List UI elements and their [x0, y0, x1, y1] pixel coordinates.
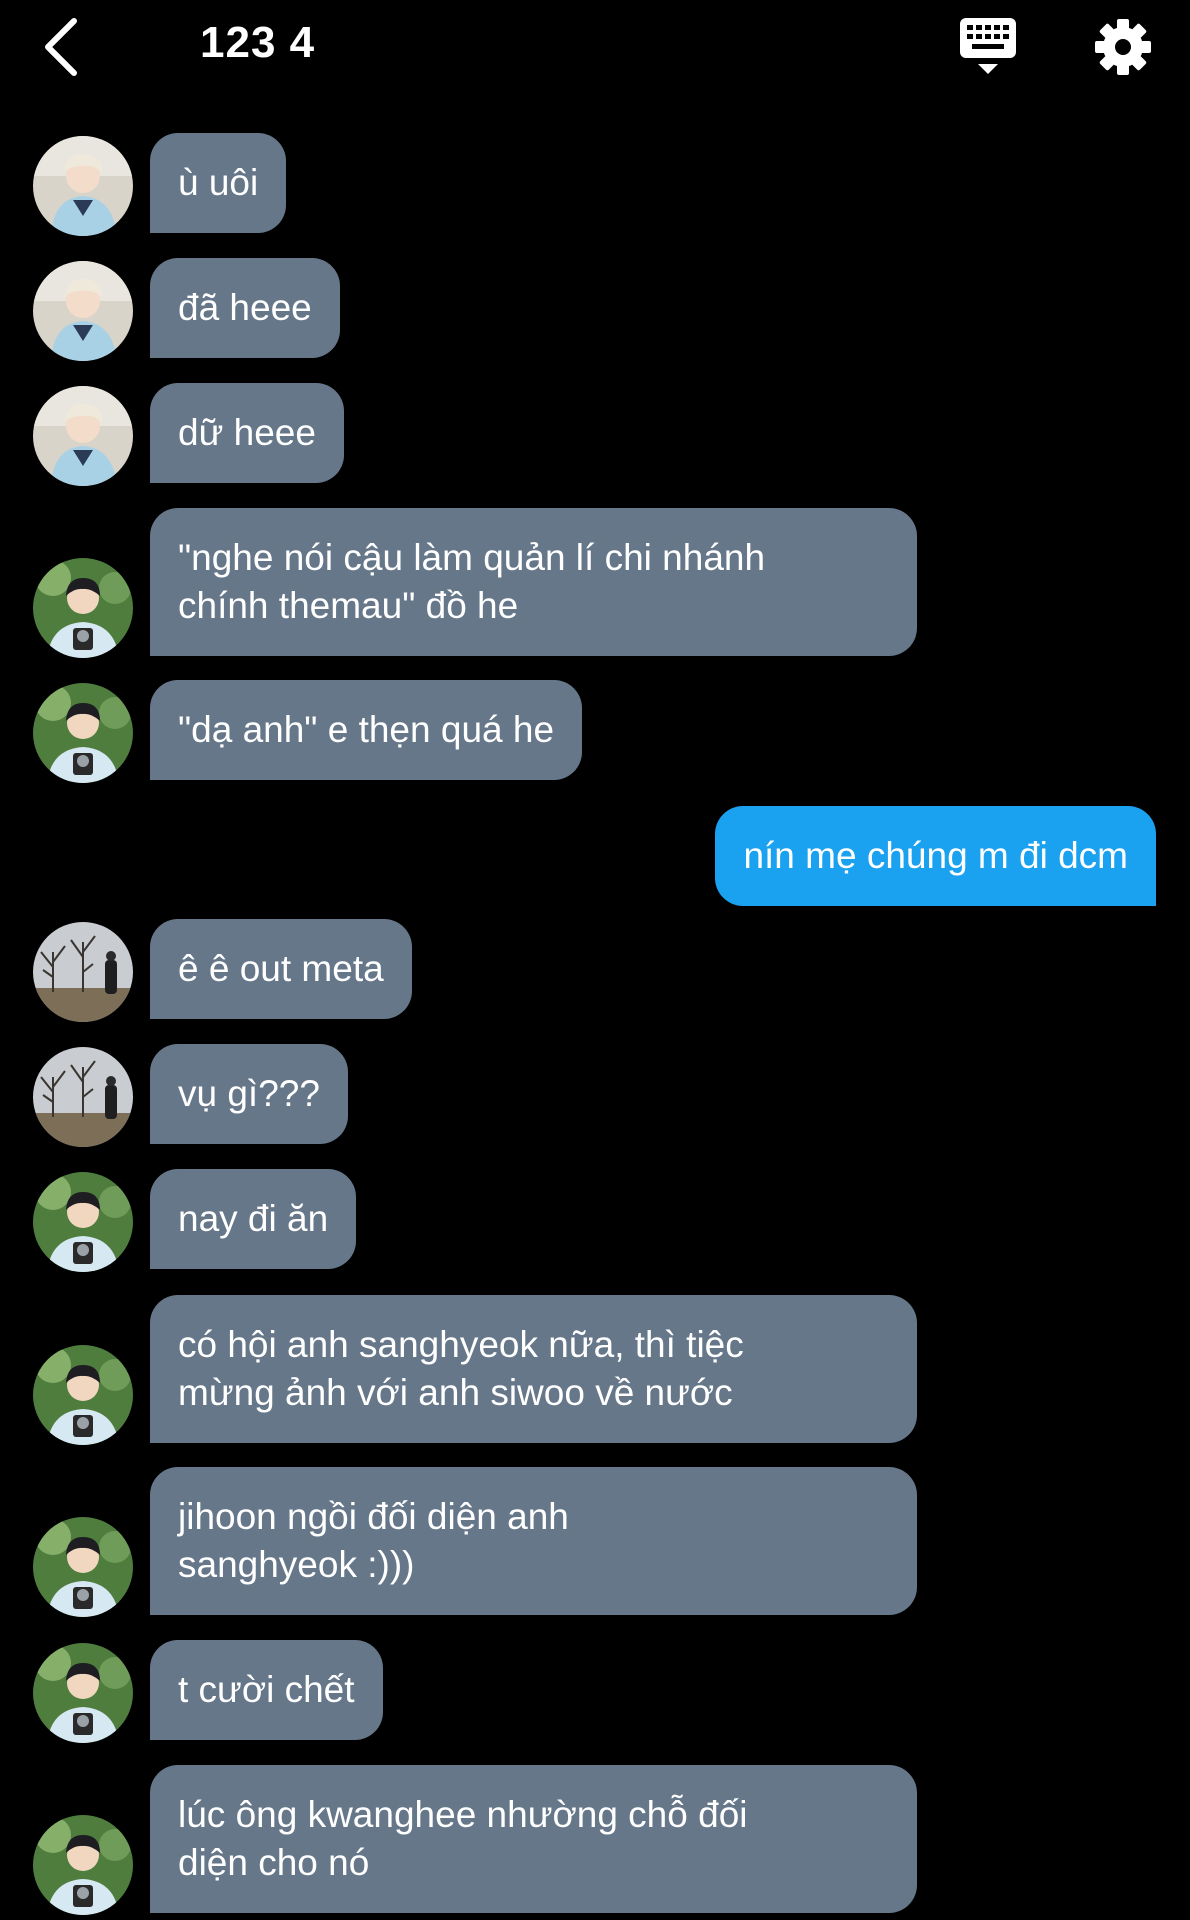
- message-row: ù uôi: [0, 133, 1190, 237]
- avatar-camera-icon: [33, 1517, 133, 1617]
- message-row: vụ gì???: [0, 1044, 1190, 1148]
- avatar[interactable]: [33, 1643, 133, 1743]
- avatar[interactable]: [33, 261, 133, 361]
- avatar-camera-icon: [33, 1345, 133, 1445]
- avatar-light-hair-icon: [33, 386, 133, 486]
- avatar-trees-icon: [33, 1047, 133, 1147]
- message-row: "dạ anh" e thẹn quá he: [0, 680, 1190, 784]
- message-bubble[interactable]: vụ gì???: [150, 1044, 348, 1144]
- avatar-light-hair-icon: [33, 261, 133, 361]
- avatar[interactable]: [33, 683, 133, 783]
- message-bubble[interactable]: "nghe nói cậu làm quản lí chi nhánh chín…: [150, 508, 917, 656]
- message-row: nay đi ăn: [0, 1169, 1190, 1273]
- avatar[interactable]: [33, 1517, 133, 1617]
- chat-title: 123 4: [200, 18, 316, 67]
- message-bubble[interactable]: dữ heee: [150, 383, 344, 483]
- message-row: đã heee: [0, 258, 1190, 362]
- avatar[interactable]: [33, 558, 133, 658]
- message-bubble[interactable]: t cười chết: [150, 1640, 383, 1740]
- message-bubble[interactable]: ù uôi: [150, 133, 287, 233]
- avatar[interactable]: [33, 1172, 133, 1272]
- message-row: lúc ông kwanghee nhường chỗ đối diện cho…: [0, 1765, 1190, 1915]
- gear-icon: [1095, 19, 1151, 75]
- message-row: dữ heee: [0, 383, 1190, 487]
- message-row: t cười chết: [0, 1640, 1190, 1744]
- avatar-camera-icon: [33, 1172, 133, 1272]
- avatar[interactable]: [33, 386, 133, 486]
- avatar-camera-icon: [33, 683, 133, 783]
- message-bubble-outgoing[interactable]: nín mẹ chúng m đi dcm: [715, 806, 1156, 906]
- message-bubble[interactable]: "dạ anh" e thẹn quá he: [150, 680, 583, 780]
- message-row-outgoing: nín mẹ chúng m đi dcm: [0, 806, 1190, 910]
- message-bubble[interactable]: jihoon ngồi đối diện anh sanghyeok :))): [150, 1467, 917, 1615]
- avatar[interactable]: [33, 1345, 133, 1445]
- avatar[interactable]: [33, 1047, 133, 1147]
- chat-header: 123 4: [0, 0, 1190, 95]
- avatar-camera-icon: [33, 1815, 133, 1915]
- avatar[interactable]: [33, 136, 133, 236]
- avatar-light-hair-icon: [33, 136, 133, 236]
- message-bubble[interactable]: có hội anh sanghyeok nữa, thì tiệc mừng …: [150, 1295, 917, 1443]
- keyboard-button[interactable]: [958, 16, 1020, 78]
- message-bubble[interactable]: đã heee: [150, 258, 340, 358]
- keyboard-icon: [960, 18, 1016, 74]
- avatar[interactable]: [33, 922, 133, 1022]
- avatar-trees-icon: [33, 922, 133, 1022]
- avatar[interactable]: [33, 1815, 133, 1915]
- chevron-left-icon: [45, 18, 77, 76]
- settings-button[interactable]: [1092, 16, 1154, 78]
- message-bubble[interactable]: lúc ông kwanghee nhường chỗ đối diện cho…: [150, 1765, 917, 1913]
- avatar-camera-icon: [33, 558, 133, 658]
- message-row: có hội anh sanghyeok nữa, thì tiệc mừng …: [0, 1295, 1190, 1445]
- message-row: jihoon ngồi đối diện anh sanghyeok :))): [0, 1467, 1190, 1617]
- message-bubble[interactable]: nay đi ăn: [150, 1169, 357, 1269]
- message-row: "nghe nói cậu làm quản lí chi nhánh chín…: [0, 508, 1190, 658]
- back-button[interactable]: [38, 15, 86, 79]
- message-bubble[interactable]: ê ê out meta: [150, 919, 412, 1019]
- avatar-camera-icon: [33, 1643, 133, 1743]
- message-row: ê ê out meta: [0, 919, 1190, 1023]
